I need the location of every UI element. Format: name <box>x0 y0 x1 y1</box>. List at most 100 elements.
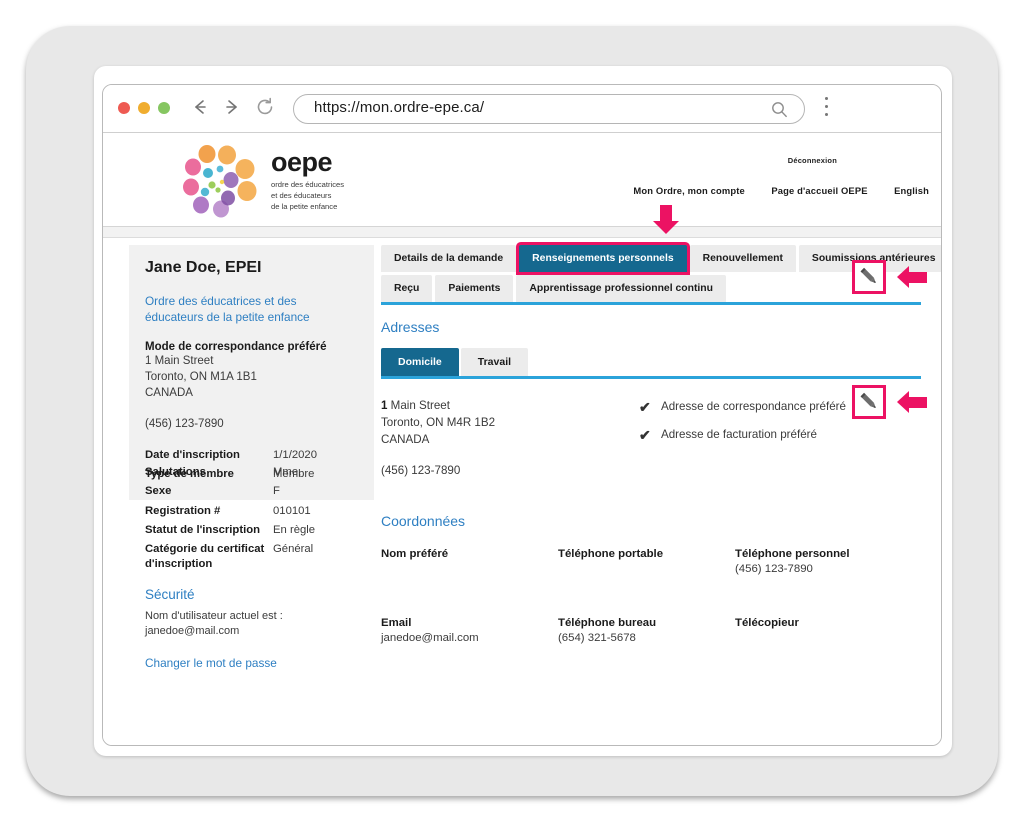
contact-row-2: Email janedoe@mail.com Téléphone bureau … <box>381 617 921 646</box>
flag-correspondance: ✔ Adresse de correspondance préféré <box>639 400 846 414</box>
address-block: 1 Main Street Toronto, ON M4R 1B2 CANADA… <box>381 398 921 477</box>
adresses-heading: Adresses <box>381 319 440 335</box>
tab-details-demande[interactable]: Details de la demande <box>381 245 517 272</box>
coordonnees-heading: Coordonnées <box>381 513 466 530</box>
flag-facturation: ✔ Adresse de facturation préféré <box>639 428 846 442</box>
sidebar-row-date-inscription: Date d'inscription 1/1/2020 <box>145 448 358 463</box>
sidebar-key: Salutations <box>145 466 206 478</box>
tab-apprentissage[interactable]: Apprentissage professionnel continu <box>516 275 726 302</box>
username-value: janedoe@mail.com <box>145 625 240 638</box>
browser-window: https://mon.ordre-epe.ca/ oepe ordre des… <box>102 84 942 746</box>
tab-recu[interactable]: Reçu <box>381 275 433 302</box>
field-label: Téléphone personnel <box>735 548 850 561</box>
sidebar-value: F <box>273 485 280 498</box>
address-street-name: Main Street <box>387 399 450 412</box>
field-value <box>381 563 558 577</box>
edit-address-button[interactable] <box>852 260 886 294</box>
sidebar-key: Catégorie du certificat d'inscription <box>145 543 265 571</box>
sidebar-value: Mme. <box>273 466 302 478</box>
edit-contact-annotation <box>852 385 942 423</box>
contact-field-telephone-personnel: Téléphone personnel (456) 123-7890 <box>735 548 912 577</box>
sidebar-address-line-3: CANADA <box>145 387 193 400</box>
edit-pencil-icon <box>860 392 876 409</box>
field-value: (654) 321-5678 <box>558 632 636 645</box>
tab-row-secondary: Reçu Paiements Apprentissage professionn… <box>381 275 921 302</box>
web-page: oepe ordre des éducatrices et des éducat… <box>103 133 941 745</box>
sidebar-value: 010101 <box>273 504 311 517</box>
sidebar-row-salutations: Salutations Mme. <box>145 465 358 480</box>
logo-word: oepe <box>271 147 333 177</box>
address-bar[interactable]: https://mon.ordre-epe.ca/ <box>293 94 805 124</box>
checkmark-icon: ✔ <box>639 427 651 443</box>
sidebar-row-registration: Registration # 010101 <box>145 504 358 519</box>
left-arrow-annotation <box>897 391 927 413</box>
logout-link[interactable]: Déconnexion <box>788 156 837 165</box>
search-icon[interactable] <box>771 101 788 123</box>
top-navigation: Mon Ordre, mon compte Page d'accueil OEP… <box>611 181 929 199</box>
logo-subtitle: ordre des éducatrices et des éducateurs … <box>271 179 344 212</box>
address-phone: (456) 123-7890 <box>381 464 461 478</box>
field-value <box>735 632 912 646</box>
field-label: Téléphone portable <box>558 548 664 561</box>
flag-label: Adresse de facturation préféré <box>661 428 817 441</box>
reload-icon[interactable] <box>253 96 277 120</box>
tab-renouvellement[interactable]: Renouvellement <box>689 245 796 272</box>
logo-wordmark: oepe ordre des éducatrices et des éducat… <box>271 149 344 212</box>
sidebar-row-categorie: Catégorie du certificat d'inscription Gé… <box>145 542 358 573</box>
tab-underline <box>381 302 921 305</box>
field-value <box>558 563 735 577</box>
subtab-domicile[interactable]: Domicile <box>381 348 459 376</box>
tablet-screen: https://mon.ordre-epe.ca/ oepe ordre des… <box>94 66 952 756</box>
sidebar-address-line-2: Toronto, ON M1A 1B1 <box>145 370 257 383</box>
contact-field-email: Email janedoe@mail.com <box>381 617 558 646</box>
flag-label: Adresse de correspondance préféré <box>661 400 846 413</box>
edit-address-annotation <box>852 260 942 298</box>
nav-link-english[interactable]: English <box>894 185 929 196</box>
field-label: Nom préféré <box>381 548 449 561</box>
window-close-dot[interactable] <box>118 102 130 114</box>
sidebar-value: Général <box>273 543 314 555</box>
security-heading: Sécurité <box>145 586 195 602</box>
oepe-logo-icon <box>181 145 265 219</box>
profile-name: Jane Doe, EPEI <box>145 259 262 276</box>
field-label: Télécopieur <box>735 617 799 630</box>
correspondence-label: Mode de correspondance préféré <box>145 340 327 353</box>
sidebar-address-line-1: 1 Main Street <box>145 354 214 367</box>
sidebar-key: Registration # <box>145 504 221 517</box>
sidebar-key: Sexe <box>145 485 172 498</box>
tab-row-primary: Details de la demande Renseignements per… <box>381 245 941 272</box>
current-username: Nom d'utilisateur actuel est : janedoe@m… <box>145 609 358 640</box>
kebab-menu-icon[interactable] <box>825 97 829 121</box>
field-label: Téléphone bureau <box>558 617 657 630</box>
forward-arrow-icon[interactable] <box>220 96 244 120</box>
sidebar-value: 1/1/2020 <box>273 448 317 461</box>
nav-link-accueil[interactable]: Page d'accueil OEPE <box>771 185 867 196</box>
back-arrow-icon[interactable] <box>188 96 212 120</box>
nav-link-mon-ordre[interactable]: Mon Ordre, mon compte <box>633 185 745 196</box>
subtab-travail[interactable]: Travail <box>460 348 529 376</box>
sidebar-value: En règle <box>273 523 316 536</box>
logo-subtitle-line-2: et des éducateurs <box>271 191 332 200</box>
window-maximize-dot[interactable] <box>158 102 170 114</box>
change-password-link[interactable]: Changer le mot de passe <box>145 656 277 670</box>
field-value: janedoe@mail.com <box>381 632 479 645</box>
tab-bar: Details de la demande Renseignements per… <box>381 205 941 305</box>
window-minimize-dot[interactable] <box>138 102 150 114</box>
sidebar-row-statut: Statut de l'inscription En règle <box>145 523 358 538</box>
logo-subtitle-line-3: de la petite enfance <box>271 202 338 211</box>
edit-contact-button[interactable] <box>852 385 886 419</box>
tab-paiements[interactable]: Paiements <box>435 275 514 302</box>
profile-sidebar: Jane Doe, EPEI Ordre des éducatrices et … <box>129 245 374 501</box>
tab-renseignements-personnels[interactable]: Renseignements personnels <box>519 245 687 272</box>
sidebar-phone: (456) 123-7890 <box>145 417 224 430</box>
sidebar-key: Date d'inscription <box>145 448 240 461</box>
address-subtabs: Domicile Travail <box>381 348 921 379</box>
left-arrow-annotation <box>897 266 927 288</box>
address-flags: ✔ Adresse de correspondance préféré ✔ Ad… <box>639 400 846 456</box>
contact-field-telecopieur: Télécopieur <box>735 617 912 646</box>
contact-field-telephone-bureau: Téléphone bureau (654) 321-5678 <box>558 617 735 646</box>
username-label: Nom d'utilisateur actuel est : <box>145 609 283 622</box>
sidebar-key: Statut de l'inscription <box>145 523 261 536</box>
college-link[interactable]: Ordre des éducatrices et des éducateurs … <box>145 293 358 326</box>
browser-toolbar: https://mon.ordre-epe.ca/ <box>103 85 941 133</box>
